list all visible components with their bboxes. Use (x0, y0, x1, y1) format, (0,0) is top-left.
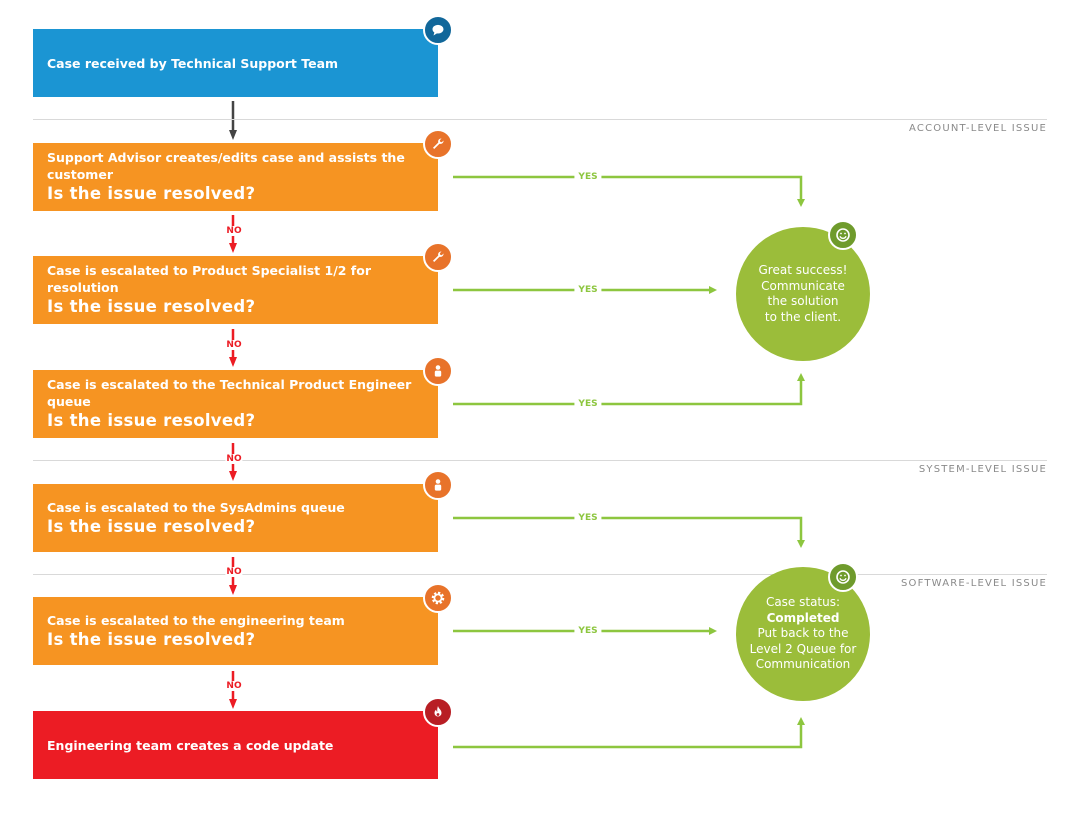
start-step: Case received by Technical Support Team (33, 29, 438, 97)
step-question: Is the issue resolved? (47, 297, 256, 316)
no-label: NO (225, 226, 243, 236)
step-text: Support Advisor creates/edits case and a… (47, 150, 405, 182)
yes-label: YES (574, 513, 602, 523)
step-engineering-team: Case is escalated to the engineering tea… (33, 597, 438, 665)
section-label-software: SOFTWARE-LEVEL ISSUE (900, 578, 1047, 589)
yes-arrow-3 (453, 373, 805, 406)
flame-icon (423, 697, 453, 727)
step-text: Case is escalated to the engineering tea… (47, 612, 345, 628)
separator-account (33, 119, 1047, 120)
step-question: Is the issue resolved? (47, 411, 256, 430)
step-support-advisor: Support Advisor creates/edits case and a… (33, 143, 438, 211)
outcome-line: Great success! (758, 263, 848, 277)
yes-label: YES (574, 285, 602, 295)
outcome-status: Completed (766, 610, 840, 625)
outcome-line: Level 2 Queue for (749, 641, 857, 656)
separator-system (33, 460, 1047, 461)
step-sysadmins: Case is escalated to the SysAdmins queue… (33, 484, 438, 552)
smiley-icon (828, 562, 858, 592)
chat-bubble-icon (423, 15, 453, 45)
no-label: NO (225, 340, 243, 350)
gear-icon (423, 583, 453, 613)
yes-arrow-4 (453, 516, 805, 548)
outcome-line: Case status: (765, 595, 841, 610)
flowchart: ACCOUNT-LEVEL ISSUE SYSTEM-LEVEL ISSUE S… (0, 0, 1080, 818)
wrench-icon (423, 129, 453, 159)
outcome-line: Communication (755, 657, 851, 672)
step-code-update: Engineering team creates a code update (33, 711, 438, 779)
section-label-system: SYSTEM-LEVEL ISSUE (918, 464, 1047, 475)
outcome-line: Communicate (761, 278, 845, 293)
yes-label: YES (574, 626, 602, 636)
yes-arrow-1 (453, 175, 805, 207)
no-label: NO (225, 681, 243, 691)
step-question: Is the issue resolved? (47, 629, 256, 649)
no-label: NO (225, 567, 243, 577)
step-text: Engineering team creates a code update (47, 737, 334, 753)
wrench-icon (423, 242, 453, 272)
yes-label: YES (574, 172, 602, 182)
person-icon (423, 470, 453, 500)
separator-software (33, 574, 1047, 575)
step-text: Case received by Technical Support Team (47, 55, 339, 71)
yes-label: YES (574, 399, 602, 409)
step-text: Case is escalated to Product Specialist … (47, 263, 371, 295)
person-icon (423, 356, 453, 386)
step-question: Is the issue resolved? (47, 516, 256, 536)
done-arrow (453, 717, 805, 749)
step-question: Is the issue resolved? (47, 184, 256, 203)
step-product-specialist: Case is escalated to Product Specialist … (33, 256, 438, 324)
step-text: Case is escalated to the Technical Produ… (47, 377, 412, 409)
no-label: NO (225, 454, 243, 464)
smiley-icon (828, 220, 858, 250)
section-label-account: ACCOUNT-LEVEL ISSUE (909, 123, 1047, 134)
step-text: Case is escalated to the SysAdmins queue (47, 499, 345, 515)
outcome-line: to the client. (764, 309, 842, 324)
outcome-line: Put back to the (757, 626, 849, 641)
outcome-line: the solution (767, 294, 839, 308)
step-technical-product-engineer: Case is escalated to the Technical Produ… (33, 370, 438, 438)
